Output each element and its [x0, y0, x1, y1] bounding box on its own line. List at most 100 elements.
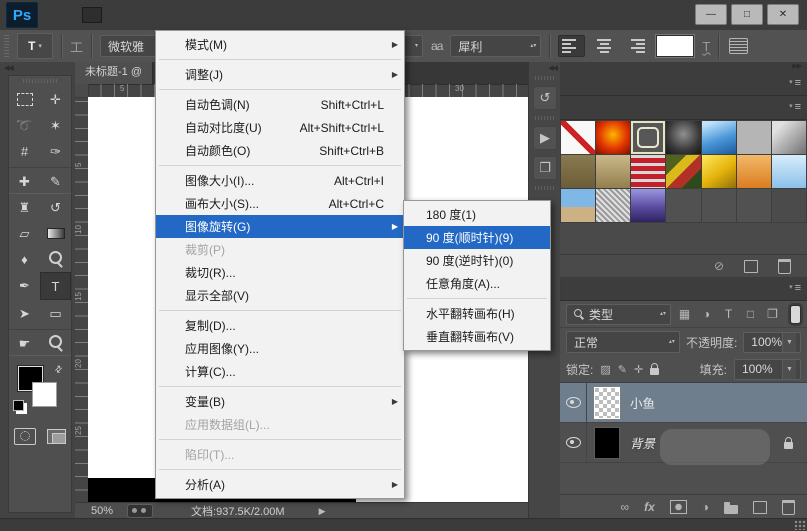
tool-preset-picker[interactable]: T ▾ — [17, 33, 53, 59]
style-swatch-gray-gradient[interactable] — [772, 121, 806, 154]
toggle-panels-icon[interactable] — [729, 38, 748, 54]
menu-item[interactable]: 图像旋转(G) ▶ — [156, 215, 404, 238]
submenu-item[interactable]: 水平翻转画布(H) — [404, 302, 550, 325]
style-swatch-red-stripes[interactable] — [631, 155, 665, 188]
zoom-tool[interactable] — [40, 329, 71, 356]
style-swatch-camo[interactable] — [666, 155, 700, 188]
style-swatch-landscape[interactable] — [561, 189, 595, 222]
align-right-icon[interactable] — [623, 36, 648, 56]
lock-image-icon[interactable]: ✎ — [618, 363, 627, 376]
style-swatch-olive[interactable] — [561, 155, 595, 188]
delete-style-icon[interactable] — [778, 259, 791, 274]
filter-type-layers-icon[interactable]: T — [720, 307, 737, 321]
submenu-item[interactable]: 垂直翻转画布(V) — [404, 325, 550, 348]
panel-menu-icon[interactable]: ≡ — [789, 77, 801, 89]
menubar-item[interactable] — [82, 7, 102, 23]
menubar-item[interactable] — [138, 8, 156, 22]
new-group-icon[interactable] — [724, 505, 738, 514]
path-selection-tool[interactable]: ➤ — [9, 300, 40, 326]
lock-all-icon[interactable] — [650, 368, 659, 375]
style-swatch-empty[interactable] — [772, 189, 806, 222]
menu-item[interactable]: 模式(M) ▶ — [156, 33, 404, 56]
menu-item[interactable]: 变量(B) ▶ — [156, 390, 404, 413]
magic-wand-tool[interactable]: ✶ — [40, 112, 71, 138]
lock-position-icon[interactable]: ✛ — [634, 363, 643, 376]
layer-thumbnail[interactable] — [594, 427, 620, 459]
minimize-button[interactable]: — — [695, 4, 727, 25]
panel-grip[interactable] — [535, 116, 555, 120]
dodge-tool[interactable] — [40, 246, 71, 272]
eraser-tool[interactable]: ▱ — [9, 220, 40, 246]
expand-dock-icon[interactable]: ◀◀ — [529, 62, 561, 72]
blur-tool[interactable]: ♦ — [9, 246, 40, 272]
layer-name[interactable]: 背景 — [630, 433, 655, 452]
healing-brush-tool[interactable]: ✚ — [9, 167, 40, 194]
eyedropper-tool[interactable]: ✑ — [40, 138, 71, 164]
menubar-item[interactable] — [156, 8, 174, 22]
visibility-cell[interactable] — [560, 423, 587, 462]
hand-tool[interactable]: ☛ — [9, 329, 40, 356]
screen-mode-icon[interactable] — [47, 429, 66, 444]
rectangle-tool[interactable]: ▭ — [40, 300, 71, 326]
menubar-item[interactable] — [174, 8, 192, 22]
resize-grip[interactable] — [794, 520, 806, 530]
style-swatch-noise[interactable] — [596, 189, 630, 222]
submenu-item[interactable]: 180 度(1) — [404, 203, 550, 226]
collapse-panels-icon[interactable]: ▶▶ — [560, 62, 807, 72]
layer-name[interactable]: 小鱼 — [630, 393, 655, 412]
style-swatch-yellow-3d[interactable] — [702, 155, 736, 188]
menu-item[interactable]: 自动色调(N) Shift+Ctrl+L ▶ — [156, 93, 404, 116]
type-tool[interactable]: T — [40, 272, 71, 300]
menu-item[interactable]: 应用数据组(L)... ▶ — [156, 413, 404, 436]
style-swatch-gray[interactable] — [737, 121, 771, 154]
layer-filter-type-select[interactable]: 类型 ▴▾ — [566, 304, 671, 325]
close-button[interactable]: ✕ — [767, 4, 799, 25]
style-swatch-subtle-3[interactable] — [737, 189, 771, 222]
style-swatch-purple[interactable] — [631, 189, 665, 222]
menubar-item[interactable] — [210, 8, 228, 22]
lasso-tool[interactable]: ➰ — [9, 112, 40, 138]
style-swatch-tan[interactable] — [596, 155, 630, 188]
menu-item[interactable]: 计算(C)... ▶ — [156, 360, 404, 383]
menu-item[interactable]: 分析(A) ▶ — [156, 473, 404, 496]
background-color-swatch[interactable] — [32, 382, 57, 407]
align-center-icon[interactable] — [593, 36, 615, 56]
style-swatch-none[interactable] — [561, 121, 595, 154]
menu-item[interactable]: 显示全部(V) ▶ — [156, 284, 404, 307]
lock-transparency-icon[interactable]: ▨ — [600, 363, 610, 376]
new-layer-icon[interactable] — [753, 501, 767, 514]
delete-layer-icon[interactable] — [782, 500, 795, 515]
filtering-toggle[interactable] — [790, 305, 801, 324]
rectangular-marquee-tool[interactable] — [9, 86, 40, 112]
layer-effects-icon[interactable]: fx — [644, 500, 655, 514]
brush-tool[interactable]: ✎ — [40, 167, 71, 194]
style-swatch-dark-sphere[interactable] — [666, 121, 700, 154]
submenu-item[interactable]: 90 度(逆时针)(0) — [404, 249, 550, 272]
warp-text-icon[interactable]: T — [702, 39, 710, 54]
fill-field[interactable]: 100% ▼ — [734, 359, 801, 380]
adjustment-layer-icon[interactable]: ◑ — [702, 500, 709, 514]
menu-item[interactable]: 图像大小(I)... Alt+Ctrl+I ▶ — [156, 169, 404, 192]
menu-item[interactable]: 裁切(R)... ▶ — [156, 261, 404, 284]
style-swatch-rounded-outline[interactable] — [631, 121, 665, 154]
layer-thumbnail[interactable] — [594, 387, 620, 419]
menu-item[interactable]: 复制(D)... ▶ — [156, 314, 404, 337]
quick-mask-icon[interactable] — [14, 428, 36, 445]
背景[interactable]: 背景 — [560, 423, 807, 463]
swap-colors-icon[interactable]: ⇄ — [53, 363, 66, 376]
submenu-item[interactable]: 任意角度(A)... — [404, 272, 550, 295]
menu-item[interactable]: 自动对比度(U) Alt+Shift+Ctrl+L ▶ — [156, 116, 404, 139]
text-orientation-icon[interactable]: 工 — [70, 37, 83, 56]
move-tool[interactable]: ✛ — [40, 86, 71, 112]
maximize-button[interactable]: □ — [731, 4, 763, 25]
status-flyout-arrow-icon[interactable]: ▶ — [319, 506, 326, 517]
menubar-item[interactable] — [120, 8, 138, 22]
opacity-field[interactable]: 100% ▼ — [743, 332, 801, 353]
style-swatch-subtle-1[interactable] — [666, 189, 700, 222]
submenu-item[interactable]: 90 度(顺时针)(9) — [404, 226, 550, 249]
style-swatch-orange[interactable] — [737, 155, 771, 188]
style-swatch-subtle-2[interactable] — [702, 189, 736, 222]
clear-style-icon[interactable]: ⊘ — [714, 259, 724, 273]
menu-item[interactable]: 画布大小(S)... Alt+Ctrl+C ▶ — [156, 192, 404, 215]
menu-item[interactable]: 自动颜色(O) Shift+Ctrl+B ▶ — [156, 139, 404, 162]
